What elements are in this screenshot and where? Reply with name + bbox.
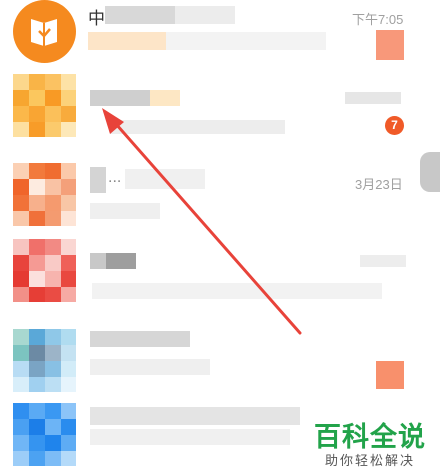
watermark: 百科全说 助你轻松解决 [314, 421, 426, 469]
red-arrow-icon [102, 108, 302, 335]
watermark-subtitle: 助你轻松解决 [324, 453, 415, 468]
watermark-title: 百科全说 [314, 422, 426, 452]
